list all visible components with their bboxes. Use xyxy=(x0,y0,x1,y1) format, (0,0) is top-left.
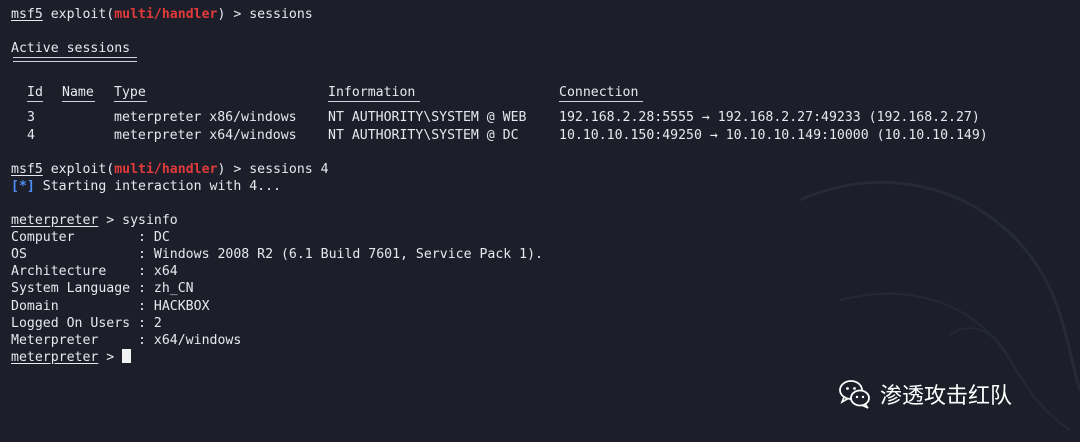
terminal-cursor[interactable] xyxy=(122,348,132,363)
sysinfo-row: Computer : DC xyxy=(11,230,170,246)
msf-prompt-line: msf5 exploit(multi/handler) > sessions 4 xyxy=(11,161,329,177)
watermark: 渗透攻击红队 xyxy=(838,374,1012,414)
module-name: multi/handler xyxy=(114,161,218,177)
terminal-output: msf5 exploit(multi/handler) > sessions A… xyxy=(11,6,1080,366)
header-information: Information xyxy=(328,85,416,101)
msf-prompt-line: msf5 exploit(multi/handler) > sessions xyxy=(11,7,313,22)
sysinfo-row: Domain : HACKBOX xyxy=(11,298,210,314)
header-name: Name xyxy=(62,85,94,101)
sysinfo-row: Logged On Users : 2 xyxy=(11,315,162,331)
sysinfo-row: Meterpreter : x64/windows xyxy=(11,332,242,348)
active-sessions-title: Active sessions xyxy=(11,41,131,57)
sysinfo-row: OS : Windows 2008 R2 (6.1 Build 7601, Se… xyxy=(11,247,543,263)
command-input-line[interactable]: meterpreter > xyxy=(11,348,1080,366)
watermark-text: 渗透攻击红队 xyxy=(880,384,1013,409)
status-line: [*] Starting interaction with 4... xyxy=(11,178,281,194)
header-id: Id xyxy=(27,85,43,101)
header-underline xyxy=(11,101,1080,109)
info-tag: [*] xyxy=(11,178,35,194)
meterpreter-label: meterpreter xyxy=(11,349,99,365)
table-row: 3 meterpreter x86/windows NT AUTHORITY\S… xyxy=(27,110,980,126)
sysinfo-row: System Language : zh_CN xyxy=(11,281,194,297)
header-connection: Connection xyxy=(559,85,639,101)
meterpreter-label: meterpreter xyxy=(11,213,99,229)
wechat-icon xyxy=(839,380,870,409)
sysinfo-row: Architecture : x64 xyxy=(11,264,178,280)
header-type: Type xyxy=(114,85,146,101)
table-row: 4 meterpreter x64/windows NT AUTHORITY\S… xyxy=(27,127,988,143)
msf-label: msf5 xyxy=(11,161,43,177)
meterpreter-prompt-line: meterpreter > sysinfo xyxy=(11,213,178,229)
title-double-underline xyxy=(11,57,1080,67)
msf-label: msf5 xyxy=(11,7,43,22)
module-name: multi/handler xyxy=(114,7,218,22)
table-header: Id Name Type Information Connection xyxy=(11,84,1080,101)
